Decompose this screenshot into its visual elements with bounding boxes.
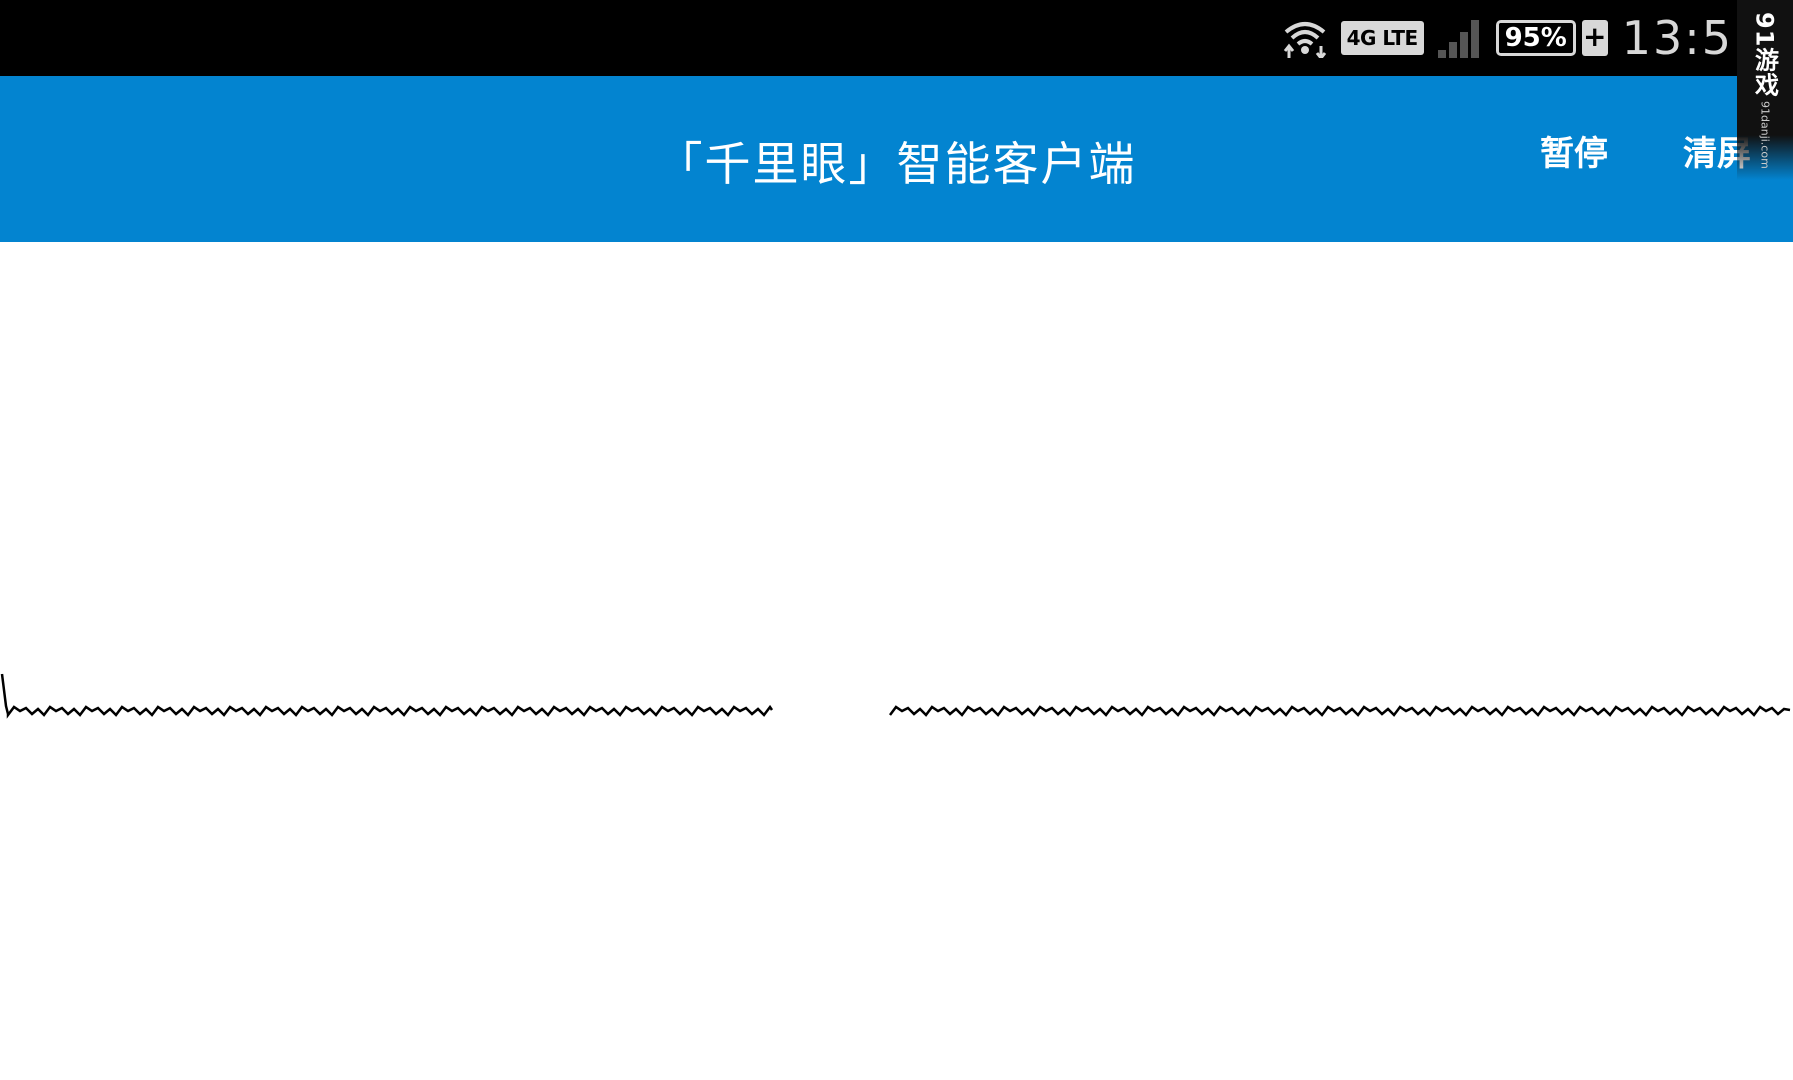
battery-icon: 95%: [1495, 20, 1576, 56]
watermark-url: 91danji.com: [1758, 101, 1772, 170]
battery-percent: 95%: [1504, 23, 1567, 53]
wifi-icon: [1283, 18, 1327, 58]
watermark: 91游戏 91danji.com: [1737, 0, 1793, 180]
action-bar: 「千里眼」智能客户端 暂停 清屏: [0, 76, 1793, 242]
signal-icon: [1437, 18, 1482, 58]
app-screen: 4G LTE 95% + 13:5 「千里眼」智能客户端 暂停 清屏 91游戏 …: [0, 0, 1793, 1080]
watermark-logo: 91游戏: [1750, 12, 1779, 98]
waveform-canvas: [0, 673, 1791, 719]
battery-indicator: 95% +: [1495, 20, 1608, 56]
charging-icon: +: [1581, 20, 1608, 56]
waveform-area: [0, 242, 1793, 1080]
waveform-line-left: [0, 673, 774, 719]
app-title: 「千里眼」智能客户端: [656, 137, 1137, 191]
network-type-badge: 4G LTE: [1340, 21, 1424, 55]
status-icons: 4G LTE 95% + 13:5: [1283, 10, 1733, 66]
waveform-line-right: [889, 705, 1791, 717]
status-clock: 13:5: [1621, 11, 1733, 65]
pause-button[interactable]: 暂停: [1540, 126, 1608, 175]
status-bar: 4G LTE 95% + 13:5: [0, 0, 1793, 76]
